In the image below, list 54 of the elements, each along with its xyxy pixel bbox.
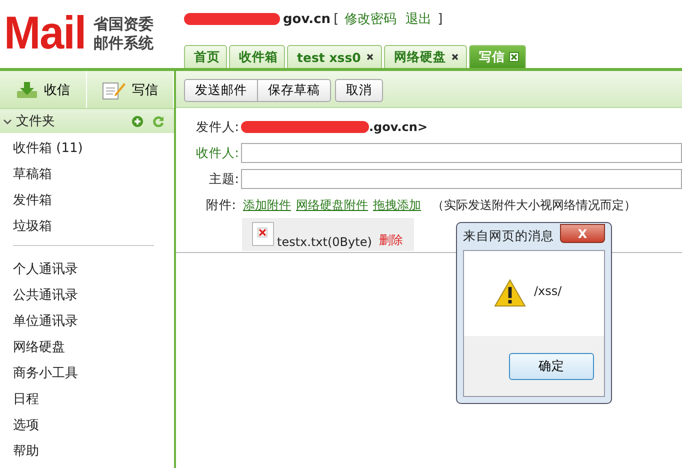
subject-field[interactable] (241, 169, 682, 189)
attachment-note: （实际发送附件大小视网络情况而定） (432, 196, 636, 214)
sidebar-item[interactable]: 选项 (13, 413, 174, 439)
sidebar-item[interactable]: 单位通讯录 (13, 309, 174, 335)
attachment-name: testx.txt(0Byte) (277, 235, 372, 249)
field-label: 附件: (204, 196, 237, 214)
account-link[interactable]: 退出 (406, 10, 432, 28)
broken-image-icon (252, 222, 274, 246)
sender-address: .gov.cn> (369, 120, 428, 134)
dialog-message: /xss/ (534, 283, 562, 298)
recipient-field[interactable] (241, 143, 682, 163)
add-icon[interactable] (132, 116, 143, 126)
download-icon (16, 80, 38, 98)
folder-item[interactable]: 垃圾箱 (13, 214, 174, 240)
close-icon[interactable] (450, 52, 460, 62)
sidebar-item[interactable]: 网络硬盘 (13, 335, 174, 361)
toolbar-button[interactable]: 保存草稿 (258, 79, 331, 102)
system-name: 邮件系统 (94, 34, 154, 53)
attach-link[interactable]: 添加附件 (243, 196, 291, 214)
sidebar-item[interactable]: 日程 (13, 387, 174, 413)
close-icon[interactable] (364, 52, 375, 62)
refresh-icon[interactable] (153, 116, 164, 126)
dialog-title: 来自网页的消息 (463, 228, 554, 245)
user-email: gov.cn (283, 12, 331, 26)
toolbar-button[interactable]: 发送邮件 (184, 79, 258, 102)
folder-item[interactable]: 发件箱 (13, 188, 174, 214)
folder-item[interactable]: 草稿箱 (13, 162, 174, 188)
system-name: 省国资委 (94, 15, 154, 34)
mail-logo: Mail (4, 8, 86, 60)
tab[interactable]: 网络硬盘 (384, 45, 467, 68)
sidebar-item[interactable]: 商务小工具 (13, 361, 174, 387)
sidebar-action-button[interactable]: 收信 (0, 71, 87, 108)
tab[interactable]: 收件箱 (229, 45, 285, 68)
field-label: 发件人: (194, 118, 240, 136)
sidebar-action-button[interactable]: 写信 (87, 71, 174, 108)
tab[interactable]: test xss0 (287, 45, 382, 68)
bracket: ] (438, 12, 443, 26)
toolbar-button[interactable]: 取消 (335, 79, 383, 102)
field-label: 主题: (208, 170, 240, 188)
account-link[interactable]: 修改密码 (344, 10, 397, 28)
sidebar-item[interactable]: 公共通讯录 (13, 283, 174, 309)
ok-button[interactable]: 确定 (509, 352, 594, 380)
sidebar-item[interactable]: 帮助 (13, 439, 174, 465)
recipient-link[interactable]: 收件人: (176, 144, 241, 162)
tab[interactable]: 首页 (184, 45, 227, 68)
warning-icon (494, 279, 526, 307)
sidebar-item[interactable]: 个人通讯录 (13, 257, 174, 283)
delete-link[interactable]: 删除 (378, 232, 403, 249)
folder-item[interactable]: 收件箱 (11) (13, 136, 174, 162)
notepad-pencil-icon (102, 80, 126, 100)
chevron-icon[interactable] (3, 116, 12, 126)
attach-link[interactable]: 拖拽添加 (373, 196, 421, 214)
attach-link[interactable]: 网络硬盘附件 (296, 196, 368, 214)
bracket: [ (334, 12, 339, 26)
